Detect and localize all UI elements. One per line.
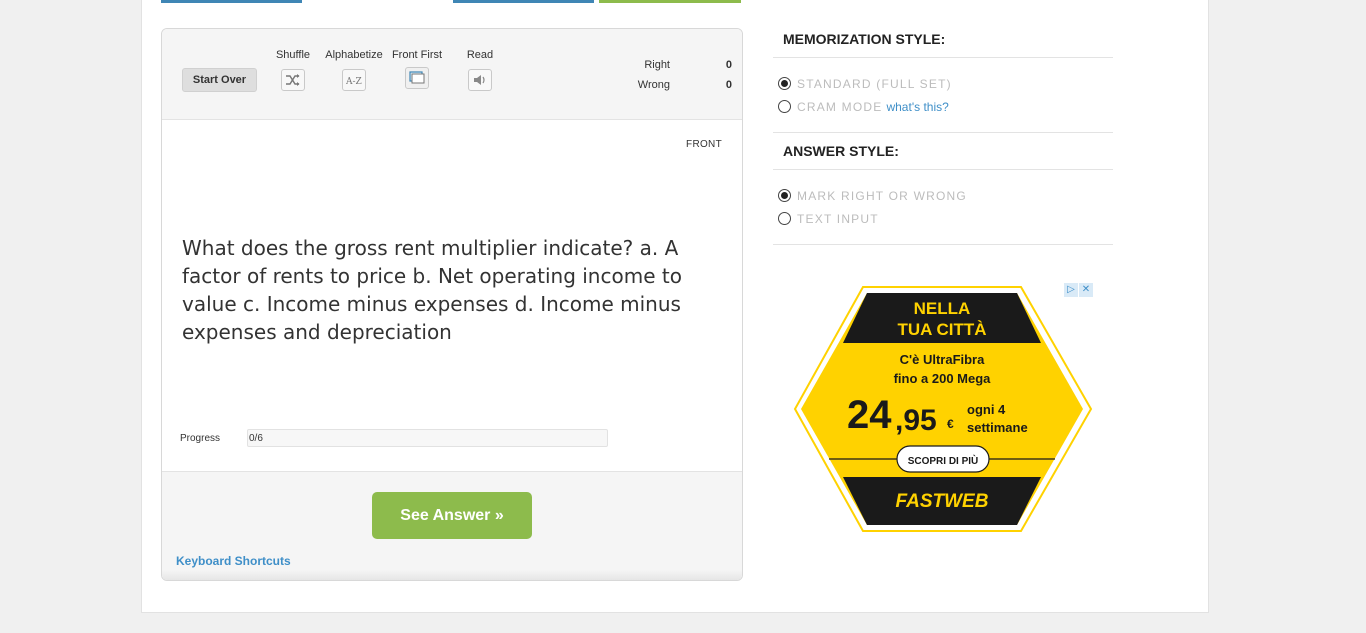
answer-style-heading: ANSWER STYLE: <box>773 133 1113 170</box>
radio-cram[interactable] <box>778 100 791 113</box>
read-tool: Read <box>464 49 496 96</box>
ad-badges: ▷ ✕ <box>1063 283 1093 297</box>
ad-brand-logo: FASTWEB <box>896 491 989 512</box>
ad-price-dec: ,95 <box>895 404 937 437</box>
flashcard-toolbar: Start Over Shuffle Alphabetize A-Z Front… <box>162 29 742 120</box>
see-answer-button[interactable]: See Answer » <box>372 492 532 539</box>
keyboard-shortcuts-link[interactable]: Keyboard Shortcuts <box>176 554 291 568</box>
memorization-style-heading: MEMORIZATION STYLE: <box>773 25 1113 58</box>
alphabetize-label: Alphabetize <box>325 49 383 61</box>
adchoices-icon[interactable]: ▷ <box>1064 283 1078 297</box>
ad-period-2: settimane <box>967 420 1028 435</box>
card-side-label: FRONT <box>686 139 722 150</box>
radio-mark-right-wrong[interactable] <box>778 189 791 202</box>
front-first-button[interactable] <box>405 67 429 89</box>
wrong-label: Wrong <box>637 79 670 91</box>
answer-option-text[interactable]: TEXT INPUT <box>778 207 1108 230</box>
progress-text: 0/6 <box>249 433 263 444</box>
score-wrong: Wrong 0 <box>610 79 732 91</box>
flashcard-widget: Start Over Shuffle Alphabetize A-Z Front… <box>161 28 743 581</box>
memorization-option-standard[interactable]: STANDARD (FULL SET) <box>778 72 1108 95</box>
start-over-button[interactable]: Start Over <box>182 68 257 92</box>
ad-graphic[interactable]: NELLA TUA CITTÀ C'è UltraFibra fino a 20… <box>793 283 1095 533</box>
card-question-text[interactable]: What does the gross rent multiplier indi… <box>182 234 702 346</box>
shuffle-label: Shuffle <box>275 49 311 61</box>
shuffle-button[interactable] <box>281 69 305 91</box>
front-first-tool: Front First <box>391 49 443 94</box>
alphabetize-tool: Alphabetize A-Z <box>323 49 385 96</box>
speaker-icon <box>474 75 485 85</box>
progress-bar: 0/6 <box>247 429 608 447</box>
right-count: 0 <box>725 59 732 71</box>
footer-shade <box>162 570 742 580</box>
standard-label: STANDARD (FULL SET) <box>797 76 952 91</box>
read-label: Read <box>466 49 494 61</box>
answer-option-mark[interactable]: MARK RIGHT OR WRONG <box>778 184 1108 207</box>
ad-line-3: C'è UltraFibra <box>900 352 985 367</box>
ad-currency: € <box>947 417 954 431</box>
score-right: Right 0 <box>610 59 732 71</box>
front-first-icon <box>409 71 425 84</box>
flashcard-footer: See Answer » Keyboard Shortcuts <box>162 471 742 580</box>
radio-standard[interactable] <box>778 77 791 90</box>
ad-line-4: fino a 200 Mega <box>894 371 992 386</box>
memorization-style-options: STANDARD (FULL SET) CRAM MODE what's thi… <box>773 58 1113 133</box>
cram-label: CRAM MODE <box>797 99 883 114</box>
ad-cta[interactable]: SCOPRI DI PIÙ <box>908 454 979 467</box>
ad-close-icon[interactable]: ✕ <box>1079 283 1093 297</box>
memorization-option-cram[interactable]: CRAM MODE what's this? <box>778 95 1108 118</box>
alphabetize-button[interactable]: A-Z <box>342 69 366 91</box>
shuffle-icon <box>286 74 300 86</box>
text-input-label: TEXT INPUT <box>797 211 879 226</box>
shuffle-tool: Shuffle <box>273 49 313 96</box>
mark-right-wrong-label: MARK RIGHT OR WRONG <box>797 188 967 203</box>
right-label: Right <box>644 59 670 71</box>
answer-style-options: MARK RIGHT OR WRONG TEXT INPUT <box>773 170 1113 245</box>
front-first-label: Front First <box>391 49 443 61</box>
progress-label: Progress <box>180 433 221 444</box>
svg-text:A-Z: A-Z <box>346 77 362 87</box>
tab-strip-3[interactable] <box>453 0 594 3</box>
settings-sidebar: MEMORIZATION STYLE: STANDARD (FULL SET) … <box>773 25 1113 245</box>
ad-price-int: 24 <box>847 393 892 437</box>
tab-strip-4[interactable] <box>599 0 741 3</box>
alphabetize-icon: A-Z <box>346 77 362 87</box>
ad-line-1: NELLA <box>914 299 971 318</box>
tab-strip-1[interactable] <box>161 0 302 3</box>
whats-this-link[interactable]: what's this? <box>886 100 948 114</box>
radio-text-input[interactable] <box>778 212 791 225</box>
fastweb-ad[interactable]: NELLA TUA CITTÀ C'è UltraFibra fino a 20… <box>793 283 1095 533</box>
read-button[interactable] <box>468 69 492 91</box>
wrong-count: 0 <box>725 79 732 91</box>
ad-line-2: TUA CITTÀ <box>897 320 986 339</box>
ad-period-1: ogni 4 <box>967 402 1006 417</box>
